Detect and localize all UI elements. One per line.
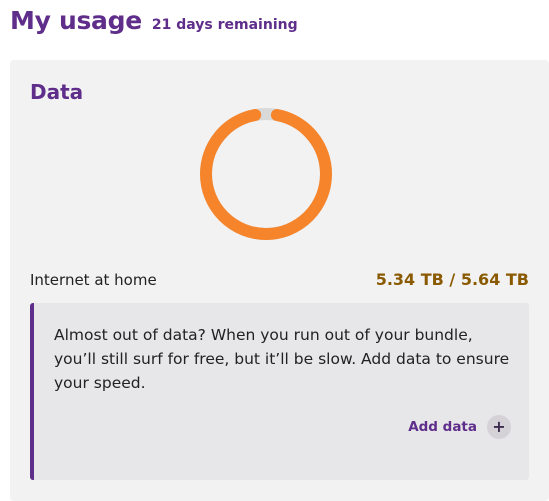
low-data-notice: Almost out of data? When you run out of …	[30, 303, 529, 480]
data-usage-card: Data Internet at home 5.34 TB / 5.64 TB …	[10, 60, 549, 501]
usage-row: Internet at home 5.34 TB / 5.64 TB	[30, 270, 529, 289]
usage-label: Internet at home	[30, 270, 157, 289]
card-title: Data	[30, 80, 84, 104]
plus-icon: +	[487, 415, 511, 439]
usage-value: 5.34 TB / 5.64 TB	[375, 270, 529, 289]
add-data-button[interactable]: Add data +	[408, 415, 511, 439]
usage-donut-chart	[200, 108, 332, 240]
donut-used-arc	[200, 108, 332, 240]
notice-text: Almost out of data? When you run out of …	[54, 326, 510, 392]
page-title: My usage	[10, 6, 142, 35]
add-data-label: Add data	[408, 419, 477, 435]
days-remaining: 21 days remaining	[151, 17, 298, 33]
page-header: My usage 21 days remaining	[10, 6, 298, 35]
